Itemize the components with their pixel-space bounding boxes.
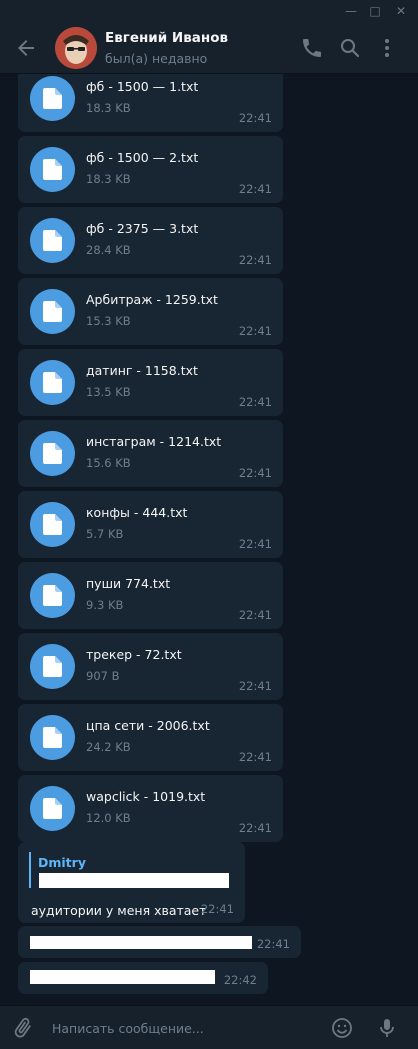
- file-download-button[interactable]: [30, 431, 75, 476]
- file-download-button[interactable]: [30, 360, 75, 405]
- message-time: 22:41: [238, 679, 272, 693]
- message-time: 22:41: [238, 253, 272, 267]
- redacted-message[interactable]: 22:42: [18, 962, 268, 994]
- file-icon: [43, 727, 62, 748]
- file-message[interactable]: датинг - 1158.txt 13.5 KB 22:41: [18, 349, 283, 416]
- file-icon: [43, 443, 62, 464]
- chat-header: Евгений Иванов был(а) недавно: [0, 22, 418, 74]
- message-time: 22:41: [238, 324, 272, 338]
- file-message[interactable]: пуши 774.txt 9.3 KB 22:41: [18, 562, 283, 629]
- file-size: 5.7 KB: [86, 527, 124, 541]
- file-name[interactable]: пуши 774.txt: [86, 576, 170, 591]
- file-message[interactable]: Арбитраж - 1259.txt 15.3 KB 22:41: [18, 278, 283, 345]
- file-icon: [43, 301, 62, 322]
- message-time: 22:41: [238, 750, 272, 764]
- file-message[interactable]: фб - 2375 — 3.txt 28.4 KB 22:41: [18, 207, 283, 274]
- file-download-button[interactable]: [30, 573, 75, 618]
- message-time: 22:41: [238, 608, 272, 622]
- reply-message[interactable]: Dmitry аудитории у меня хватает 22:41: [18, 842, 245, 923]
- message-time: 22:41: [200, 902, 234, 916]
- file-download-button[interactable]: [30, 502, 75, 547]
- file-icon: [43, 159, 62, 180]
- file-message[interactable]: трекер - 72.txt 907 B 22:41: [18, 633, 283, 700]
- file-size: 24.2 KB: [86, 740, 131, 754]
- file-download-button[interactable]: [30, 289, 75, 334]
- file-icon: [43, 798, 62, 819]
- message-composer: [0, 1005, 418, 1049]
- file-name[interactable]: датинг - 1158.txt: [86, 363, 198, 378]
- file-size: 18.3 KB: [86, 172, 131, 186]
- message-time: 22:41: [238, 537, 272, 551]
- file-size: 18.3 KB: [86, 101, 131, 115]
- message-time: 22:42: [223, 973, 257, 987]
- file-name[interactable]: фб - 1500 — 1.txt: [86, 79, 198, 94]
- file-download-button[interactable]: [30, 147, 75, 192]
- file-size: 12.0 KB: [86, 811, 131, 825]
- message-time: 22:41: [238, 111, 272, 125]
- file-download-button[interactable]: [30, 715, 75, 760]
- window-titlebar: — □ ✕: [0, 0, 418, 22]
- file-icon: [43, 656, 62, 677]
- avatar[interactable]: [55, 27, 97, 69]
- contact-status: был(а) недавно: [105, 51, 208, 66]
- file-name[interactable]: цпа сети - 2006.txt: [86, 718, 210, 733]
- file-download-button[interactable]: [30, 644, 75, 689]
- microphone-icon[interactable]: [375, 1016, 399, 1040]
- file-name[interactable]: wapclick - 1019.txt: [86, 789, 205, 804]
- file-size: 13.5 KB: [86, 385, 131, 399]
- paperclip-icon[interactable]: [11, 1016, 35, 1040]
- file-size: 15.3 KB: [86, 314, 131, 328]
- file-size: 9.3 KB: [86, 598, 124, 612]
- file-message[interactable]: фб - 1500 — 1.txt 18.3 KB 22:41: [18, 74, 283, 132]
- message-text: аудитории у меня хватает: [31, 903, 207, 918]
- file-download-button[interactable]: [30, 218, 75, 263]
- back-arrow-icon[interactable]: [14, 36, 38, 60]
- message-input[interactable]: [52, 1014, 312, 1042]
- redacted-text: [30, 936, 252, 949]
- file-icon: [43, 88, 62, 109]
- file-name[interactable]: Арбитраж - 1259.txt: [86, 292, 218, 307]
- file-message[interactable]: wapclick - 1019.txt 12.0 KB 22:41: [18, 775, 283, 842]
- close-button[interactable]: ✕: [390, 0, 412, 22]
- file-name[interactable]: фб - 1500 — 2.txt: [86, 150, 198, 165]
- file-message[interactable]: инстаграм - 1214.txt 15.6 KB 22:41: [18, 420, 283, 487]
- message-list[interactable]: фб - 1500 — 1.txt 18.3 KB 22:41 фб - 1500 —…: [0, 74, 418, 997]
- emoji-icon[interactable]: [330, 1016, 354, 1040]
- file-icon: [43, 585, 62, 606]
- file-download-button[interactable]: [30, 786, 75, 831]
- file-icon: [43, 514, 62, 535]
- phone-icon[interactable]: [300, 36, 324, 60]
- maximize-button[interactable]: □: [364, 0, 386, 22]
- reply-bar: [29, 852, 31, 888]
- file-name[interactable]: инстаграм - 1214.txt: [86, 434, 221, 449]
- message-time: 22:41: [238, 466, 272, 480]
- more-vertical-icon[interactable]: [375, 36, 399, 60]
- search-icon[interactable]: [338, 36, 362, 60]
- redacted-reply-text: [39, 873, 229, 888]
- file-icon: [43, 230, 62, 251]
- redacted-message[interactable]: 22:41: [18, 926, 301, 958]
- message-time: 22:41: [256, 937, 290, 951]
- file-message[interactable]: цпа сети - 2006.txt 24.2 KB 22:41: [18, 704, 283, 771]
- file-icon: [43, 372, 62, 393]
- file-download-button[interactable]: [30, 76, 75, 121]
- contact-name[interactable]: Евгений Иванов: [105, 30, 228, 46]
- message-time: 22:41: [238, 182, 272, 196]
- file-message[interactable]: фб - 1500 — 2.txt 18.3 KB 22:41: [18, 136, 283, 203]
- reply-author[interactable]: Dmitry: [38, 855, 86, 870]
- file-size: 15.6 KB: [86, 456, 131, 470]
- file-size: 28.4 KB: [86, 243, 131, 257]
- redacted-text: [30, 970, 215, 984]
- message-time: 22:41: [238, 395, 272, 409]
- file-name[interactable]: трекер - 72.txt: [86, 647, 182, 662]
- minimize-button[interactable]: —: [340, 0, 362, 22]
- avatar-image: [55, 27, 97, 69]
- file-name[interactable]: фб - 2375 — 3.txt: [86, 221, 198, 236]
- file-name[interactable]: конфы - 444.txt: [86, 505, 187, 520]
- message-time: 22:41: [238, 821, 272, 835]
- file-message[interactable]: конфы - 444.txt 5.7 KB 22:41: [18, 491, 283, 558]
- file-size: 907 B: [86, 669, 120, 683]
